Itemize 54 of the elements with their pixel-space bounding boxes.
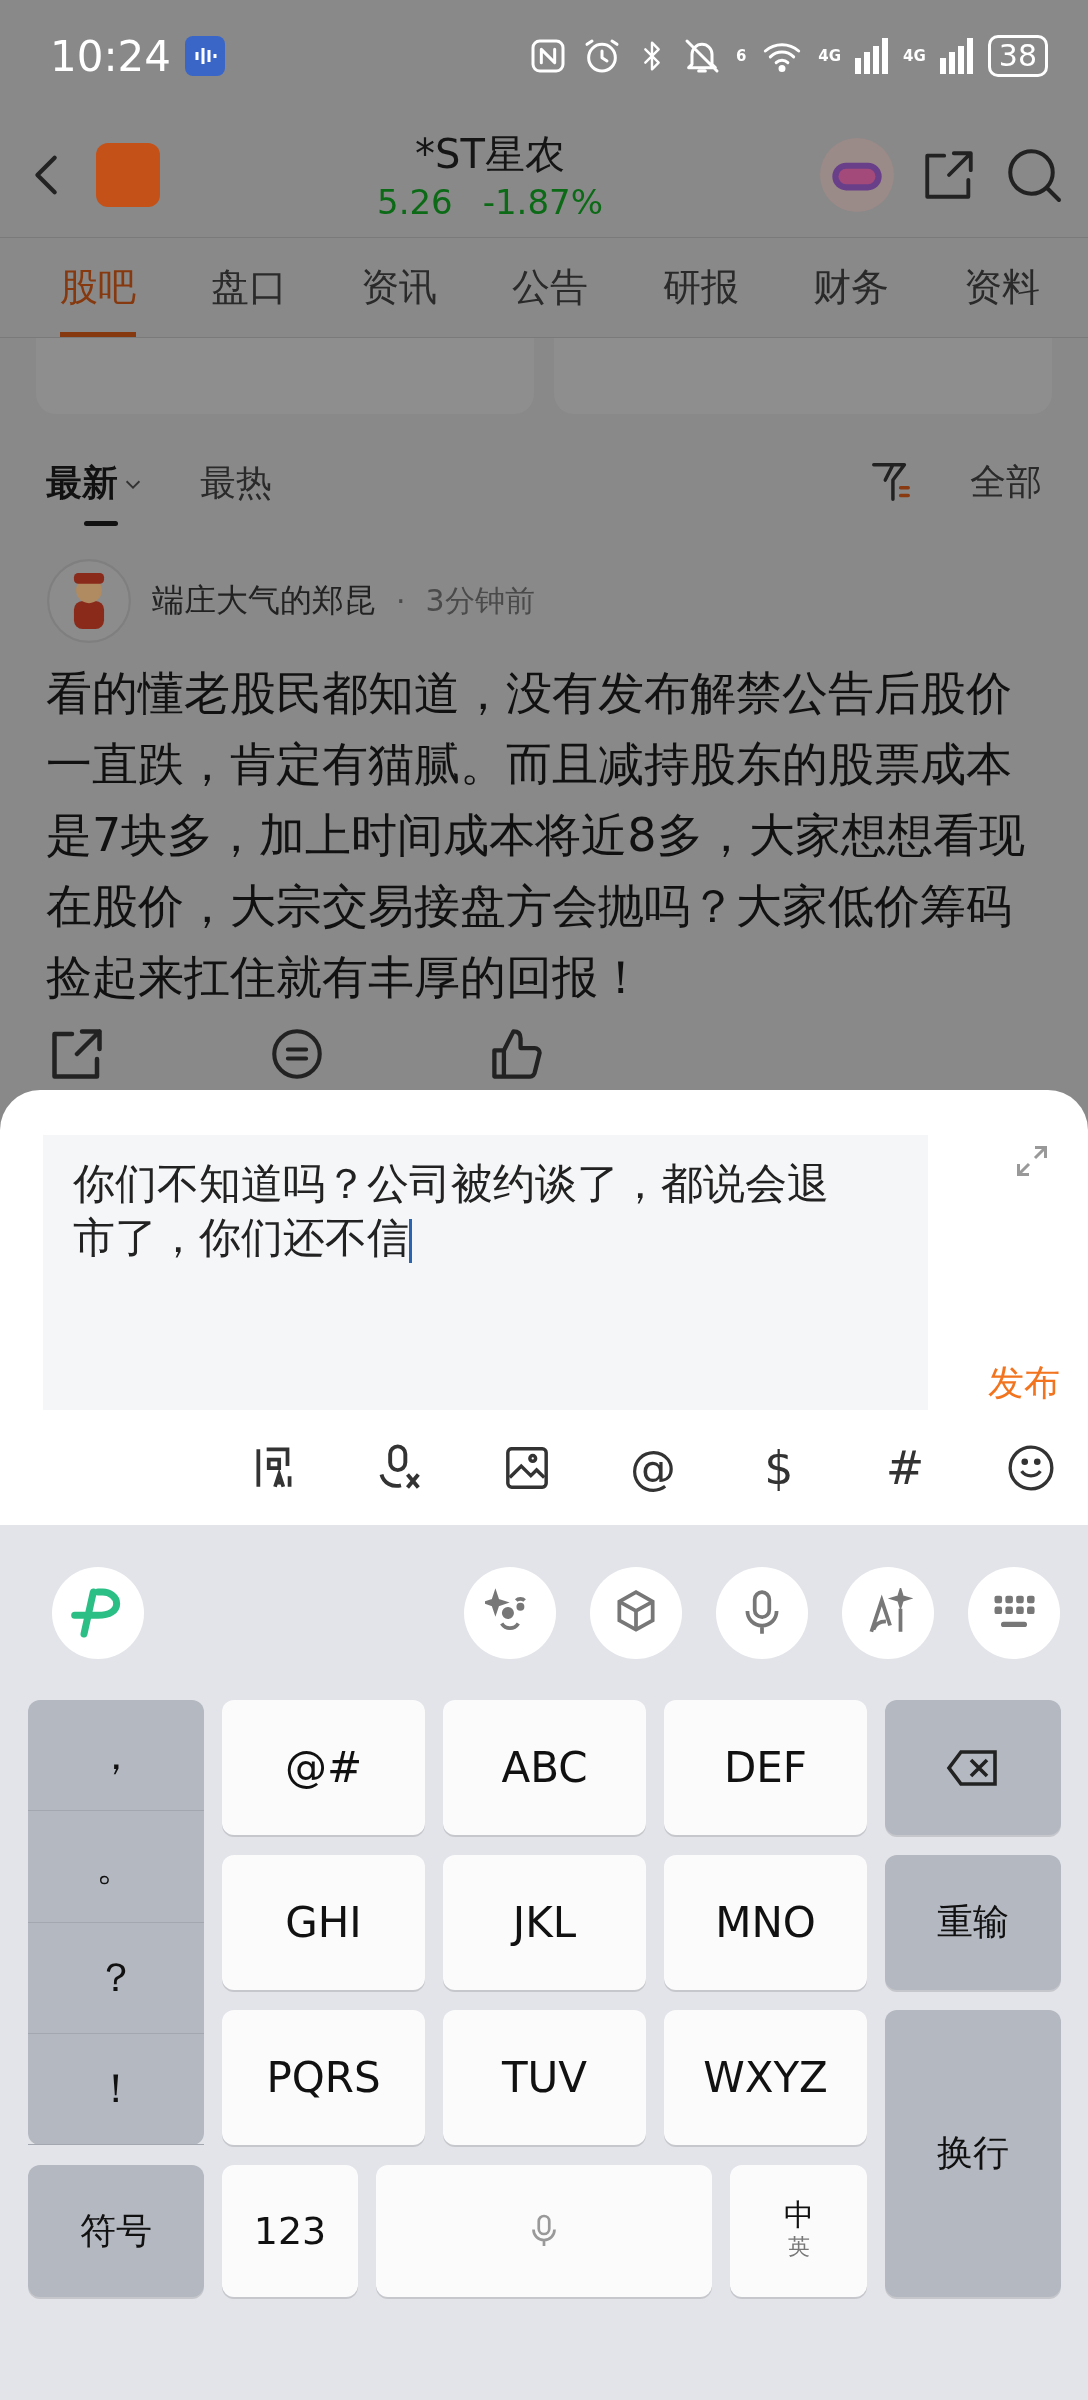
price-change: -1.87%: [482, 182, 603, 222]
network-type-label: 4G: [903, 47, 926, 65]
signal-icon: [855, 38, 890, 74]
letter-key[interactable]: ABC: [443, 1700, 646, 1835]
nav-tab[interactable]: 盘口: [210, 238, 287, 337]
thumbs-up-icon[interactable]: [492, 1029, 542, 1079]
post-text: 看的懂老股民都知道，没有发布解禁公告后股价一直跌，肯定有猫腻。而且减持股东的股票成本是7块多，加上时间成本将近8多，大家想想看现在股价，大宗交易接盘方会抛吗？大家低价筹码捡起来扛住就有丰厚的回报！: [45, 665, 1026, 1006]
letter-key[interactable]: TUV: [443, 2010, 646, 2145]
voice-app-icon: [185, 36, 226, 76]
status-time: 10:24: [50, 31, 172, 81]
letter-key[interactable]: PQRS: [222, 2010, 425, 2145]
punctuation-key[interactable]: ！: [28, 2033, 204, 2145]
sort-tab[interactable]: 最热: [200, 433, 272, 531]
text-cursor: [409, 1218, 412, 1263]
punctuation-key[interactable]: ？: [28, 1922, 204, 2034]
symbols-key[interactable]: 符号: [28, 2165, 204, 2297]
nav-tab[interactable]: 财务: [813, 238, 890, 337]
post-time: 3分钟前: [425, 581, 535, 620]
nav-tab[interactable]: 公告: [511, 238, 588, 337]
app-logo: [96, 142, 160, 207]
symbol-button[interactable]: $: [750, 1438, 808, 1497]
letter-key[interactable]: GHI: [222, 1855, 425, 1990]
nav-tab[interactable]: 资料: [963, 238, 1040, 337]
letter-key[interactable]: JKL: [443, 1855, 646, 1990]
network-label: 6: [735, 47, 747, 65]
letter-key[interactable]: WXYZ: [664, 2010, 867, 2145]
symbol-button[interactable]: #: [876, 1438, 934, 1497]
comment-icon[interactable]: [272, 1029, 322, 1079]
letter-key[interactable]: DEF: [664, 1700, 867, 1835]
signal-icon: [939, 38, 974, 74]
numbers-key[interactable]: 123: [222, 2165, 358, 2297]
network-type-label: 4G: [818, 47, 842, 65]
share-icon[interactable]: [52, 1029, 102, 1079]
punctuation-key[interactable]: ，: [28, 1700, 204, 1812]
enter-key[interactable]: 换行: [885, 2010, 1061, 2297]
language-switch-key[interactable]: 中 英: [730, 2165, 867, 2297]
letter-key[interactable]: @#: [222, 1700, 425, 1835]
nav-tab[interactable]: 资讯: [361, 238, 438, 337]
separator-dot: ·: [396, 583, 406, 619]
nav-tab[interactable]: 研报: [662, 238, 739, 337]
expand-icon[interactable]: [1014, 1143, 1050, 1179]
filter-label[interactable]: 全部: [970, 457, 1042, 507]
reenter-key[interactable]: 重输: [885, 1855, 1061, 1990]
symbol-button[interactable]: @: [624, 1438, 682, 1497]
comment-input[interactable]: 你们不知道吗？公司被约谈了，都说会退市了，你们还不信: [43, 1135, 928, 1410]
author-name[interactable]: 端庄大气的郑昆: [152, 579, 376, 623]
punctuation-key[interactable]: 。: [28, 1811, 204, 1923]
battery-level: 38: [987, 35, 1048, 77]
sort-tab[interactable]: 最新: [46, 433, 144, 531]
backspace-key[interactable]: [885, 1700, 1061, 1835]
stock-price: 5.26: [377, 182, 453, 222]
letter-key[interactable]: MNO: [664, 1855, 867, 1990]
stock-title: *ST星农: [415, 130, 565, 179]
active-underline: [84, 521, 118, 526]
